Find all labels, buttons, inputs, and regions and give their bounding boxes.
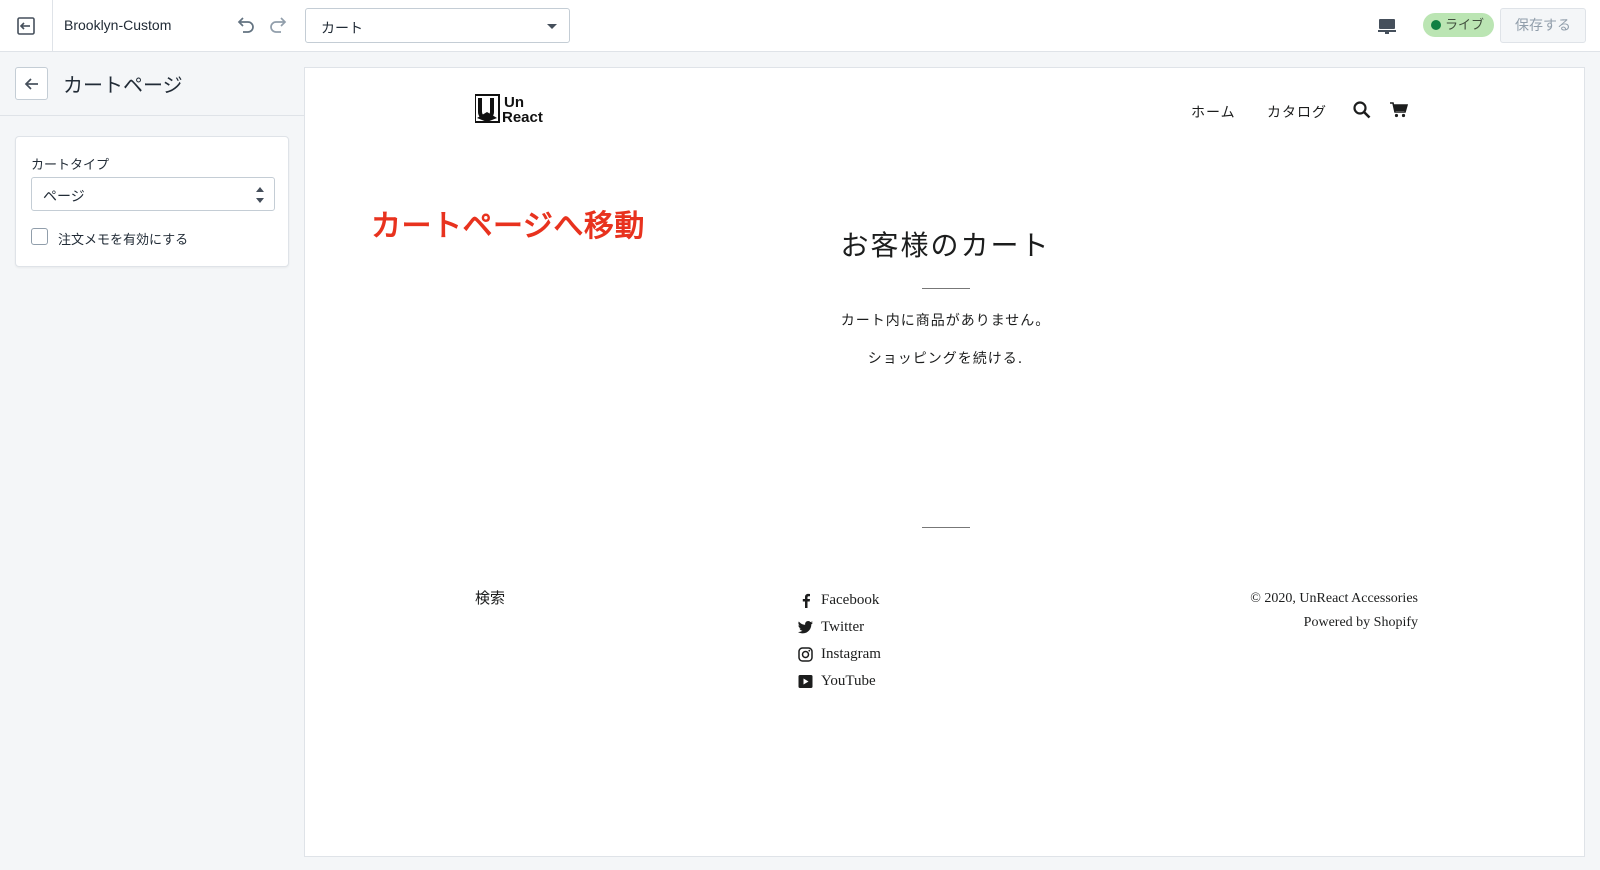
status-dot-icon [1431,20,1441,30]
select-arrows-icon [256,187,264,203]
cart-title: お客様のカート [840,229,1051,262]
social-link-instagram[interactable]: Instagram [798,641,881,668]
cart-icon[interactable] [1389,100,1409,120]
copyright-text: © 2020, UnReact Accessories [1250,591,1418,606]
arrow-left-icon [24,77,38,90]
order-note-checkbox[interactable] [31,228,48,245]
sidebar-title: カートページ [63,75,183,97]
instagram-icon [798,647,813,662]
back-button[interactable] [15,67,48,100]
order-note-label[interactable]: 注文メモを有効にする [58,229,188,248]
continue-shopping-link[interactable]: ショッピングを続ける. [305,348,1586,368]
search-icon[interactable] [1352,100,1372,120]
desktop-icon [1378,19,1396,34]
cart-type-select[interactable]: ページ [31,177,275,211]
cart-type-label: カートタイプ [31,157,110,172]
exit-editor-button[interactable] [0,0,53,51]
settings-sidebar: カートページ カートタイプ ページ 注文メモを有効にする [0,52,304,870]
redo-button[interactable] [266,12,292,38]
title-divider [922,288,970,289]
footer-divider [922,527,970,528]
store-preview: Un React ホーム カタログ カートページへ移動 お客様のカート カート内… [304,67,1585,857]
footer-search-link[interactable]: 検索 [475,587,505,608]
social-label: YouTube [821,673,876,689]
powered-by-link[interactable]: Powered by Shopify [1250,611,1418,635]
undo-button[interactable] [232,12,258,38]
store-logo[interactable]: Un React [475,94,559,124]
desktop-preview-button[interactable] [1374,13,1400,39]
social-label: Instagram [821,646,881,662]
theme-name: Brooklyn-Custom [64,17,172,33]
empty-cart-message: カート内に商品がありません。 [840,313,1051,329]
social-link-twitter[interactable]: Twitter [798,614,881,641]
page-select[interactable]: カート [305,8,570,43]
footer-copyright: © 2020, UnReact Accessories Powered by S… [1250,587,1418,635]
exit-icon [17,16,35,35]
youtube-icon [798,675,813,688]
social-link-facebook[interactable]: Facebook [798,587,881,614]
twitter-icon [798,621,813,634]
logo-line2: React [502,109,543,124]
social-label: Facebook [821,592,880,608]
facebook-icon [802,593,810,608]
editor-topbar: Brooklyn-Custom カート ライブ 保存する [0,0,1600,52]
cart-settings-card: カートタイプ ページ 注文メモを有効にする [15,136,289,267]
chevron-down-icon [547,24,557,29]
live-status-badge: ライブ [1423,13,1495,37]
nav-catalog-link[interactable]: カタログ [1267,102,1327,122]
social-link-youtube[interactable]: YouTube [798,668,881,695]
social-label: Twitter [821,619,865,635]
page-select-value: カート [321,20,363,36]
cart-type-value: ページ [43,188,85,204]
live-status-label: ライブ [1445,17,1485,32]
save-button[interactable]: 保存する [1500,8,1586,43]
undo-icon [237,17,254,33]
sidebar-header: カートページ [0,52,304,116]
redo-icon [270,17,287,33]
social-links: Facebook Twitter Instagram YouTube [798,587,881,695]
nav-home-link[interactable]: ホーム [1191,102,1236,122]
